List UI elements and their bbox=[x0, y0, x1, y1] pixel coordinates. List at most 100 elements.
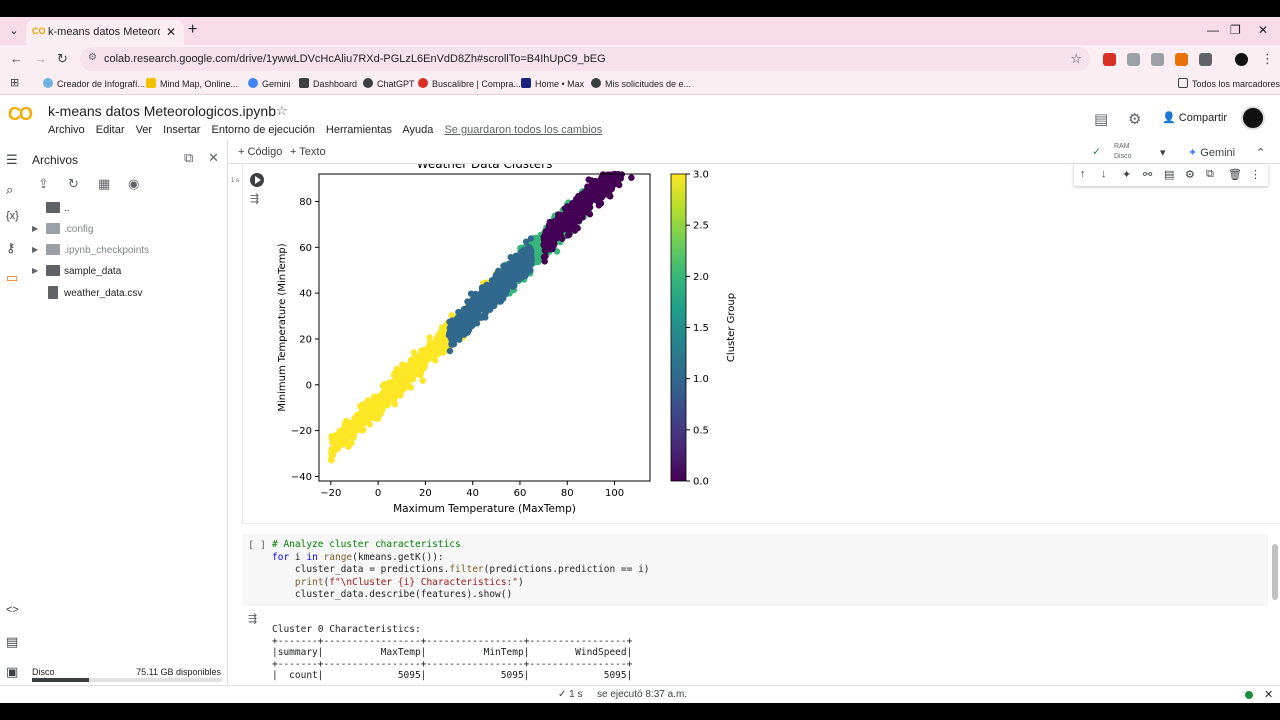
forward-icon[interactable]: → bbox=[34, 51, 47, 66]
menu-entorno[interactable]: Entorno de ejecución bbox=[212, 124, 315, 136]
scatter-point bbox=[342, 424, 350, 431]
colorbar-tick-label: 1.0 bbox=[693, 374, 709, 385]
menu-editar[interactable]: Editar bbox=[96, 124, 125, 136]
close-panel-icon[interactable]: ✕ bbox=[208, 150, 219, 166]
menu-ver[interactable]: Ver bbox=[136, 124, 153, 136]
secrets-key-icon[interactable]: ⚷ bbox=[6, 240, 16, 256]
comments-icon[interactable]: ▤ bbox=[1094, 110, 1108, 128]
camera-extension-icon[interactable] bbox=[1127, 53, 1140, 66]
restore-icon[interactable]: ❐ bbox=[1230, 23, 1241, 37]
plot-cell[interactable]: 1 s ⇶ Weather Data Clusters −20 0 20 40 60 80 1… bbox=[231, 164, 1280, 524]
apps-grid-icon[interactable]: ⊞ bbox=[10, 76, 19, 89]
files-folder-icon[interactable]: ▭ bbox=[6, 270, 18, 286]
resource-monitor[interactable]: RAM Disco bbox=[1114, 142, 1132, 162]
output-options-icon[interactable]: ⇶ bbox=[248, 612, 257, 625]
menu-insertar[interactable]: Insertar bbox=[163, 124, 200, 136]
file-tree-item[interactable]: weather_data.csv bbox=[28, 284, 228, 304]
table-of-contents-icon[interactable]: ☰ bbox=[6, 152, 18, 168]
close-statusbar-icon[interactable]: ✕ bbox=[1264, 688, 1273, 701]
fire-extension-icon[interactable] bbox=[1175, 53, 1188, 66]
code-snippets-icon[interactable]: <> bbox=[6, 604, 19, 616]
scatter-point bbox=[521, 270, 529, 277]
notebook-toolbar: + Código + Texto ✓ RAM Disco ▾ ✦ Gemini … bbox=[228, 140, 1280, 164]
upload-file-icon[interactable]: ⇪ bbox=[38, 176, 49, 192]
file-tree-item[interactable]: .. bbox=[28, 199, 228, 219]
scatter-point bbox=[395, 380, 402, 387]
all-bookmarks[interactable]: Todos los marcadores bbox=[1178, 78, 1280, 89]
file-tree-item[interactable]: ▶ sample_data bbox=[28, 262, 228, 282]
comment-icon[interactable]: ▤ bbox=[1164, 168, 1174, 181]
run-cell-button[interactable] bbox=[250, 173, 264, 187]
menu-ayuda[interactable]: Ayuda bbox=[402, 124, 433, 136]
bookmark-item[interactable]: Mis solicitudes de e... bbox=[591, 78, 691, 89]
user-avatar[interactable] bbox=[1241, 106, 1265, 130]
runtime-dropdown-icon[interactable]: ▾ bbox=[1160, 146, 1166, 159]
variables-icon[interactable]: {x} bbox=[6, 210, 19, 222]
scatter-point bbox=[426, 334, 433, 341]
file-tree-item[interactable]: ▶ .config bbox=[28, 220, 228, 240]
search-icon[interactable]: ⌕ bbox=[6, 182, 13, 198]
close-window-icon[interactable]: ✕ bbox=[1258, 23, 1268, 37]
close-tab-icon[interactable]: ✕ bbox=[166, 25, 176, 39]
code-cell[interactable]: [ ] # Analyze cluster characteristics fo… bbox=[242, 534, 1268, 606]
bookmark-item[interactable]: Home • Max bbox=[521, 78, 584, 89]
browser-menu-icon[interactable]: ⋮ bbox=[1261, 51, 1274, 67]
command-palette-icon[interactable]: ▤ bbox=[6, 634, 18, 650]
minimize-icon[interactable]: — bbox=[1207, 23, 1219, 37]
add-text-button[interactable]: + Texto bbox=[290, 146, 326, 158]
bookmark-item[interactable]: ChatGPT bbox=[363, 78, 415, 89]
more-options-icon[interactable]: ⋮ bbox=[1250, 168, 1261, 181]
adblock-extension-icon[interactable] bbox=[1103, 53, 1116, 66]
star-notebook-icon[interactable]: ☆ bbox=[276, 103, 288, 119]
profile-avatar-icon[interactable] bbox=[1235, 53, 1248, 66]
share-button[interactable]: 👤 Compartir bbox=[1162, 111, 1227, 124]
file-tree-item[interactable]: ▶ .ipynb_checkpoints bbox=[28, 241, 228, 261]
back-icon[interactable]: ← bbox=[10, 51, 23, 66]
cell-settings-icon[interactable]: ⚙ bbox=[1185, 168, 1195, 181]
scatter-point bbox=[516, 276, 523, 283]
chevron-right-icon[interactable]: ▶ bbox=[32, 245, 38, 254]
menu-herramientas[interactable]: Herramientas bbox=[326, 124, 392, 136]
menu-archivo[interactable]: Archivo bbox=[48, 124, 85, 136]
bookmark-item[interactable]: Creador de Infografí... bbox=[43, 78, 145, 89]
notebook-title[interactable]: k-means datos Meteorologicos.ipynb bbox=[48, 103, 276, 119]
scatter-point bbox=[602, 173, 610, 181]
colab-logo[interactable]: CO bbox=[8, 104, 33, 125]
reload-icon[interactable]: ↻ bbox=[57, 51, 68, 67]
bookmark-item[interactable]: Buscalibre | Compra... bbox=[418, 78, 521, 89]
bookmark-star-icon[interactable]: ☆ bbox=[1070, 51, 1082, 67]
move-down-icon[interactable]: ↓ bbox=[1101, 168, 1107, 180]
copy-extension-icon[interactable] bbox=[1151, 53, 1164, 66]
delete-icon[interactable]: 🗑 bbox=[1228, 168, 1242, 181]
mirror-cell-icon[interactable]: ⧉ bbox=[1206, 168, 1214, 181]
new-tab-icon[interactable]: + bbox=[188, 22, 197, 38]
refresh-icon[interactable]: ↻ bbox=[68, 176, 79, 192]
scatter-point bbox=[545, 245, 553, 252]
chevron-right-icon[interactable]: ▶ bbox=[32, 224, 38, 233]
gemini-button[interactable]: ✦ Gemini bbox=[1188, 146, 1235, 159]
add-code-button[interactable]: + Código bbox=[238, 146, 282, 158]
browser-tab-active[interactable]: CO k-means datos Meteorologicos.ipynb ✕ bbox=[26, 20, 184, 45]
scrollbar-thumb[interactable] bbox=[1272, 544, 1278, 600]
bookmark-item[interactable]: Mind Map, Online... bbox=[146, 78, 238, 89]
mount-drive-icon[interactable]: ▦ bbox=[98, 176, 110, 192]
bookmark-item[interactable]: Gemini bbox=[248, 78, 291, 89]
settings-gear-icon[interactable]: ⚙ bbox=[1128, 110, 1141, 128]
link-icon[interactable]: ⚯ bbox=[1143, 168, 1152, 181]
terminal-icon[interactable]: ▣ bbox=[6, 664, 18, 680]
run-cell-bracket[interactable]: [ ] bbox=[248, 540, 266, 551]
chevron-right-icon[interactable]: ▶ bbox=[32, 266, 38, 275]
bookmark-item[interactable]: Dashboard bbox=[299, 78, 357, 89]
address-bar[interactable]: ⚙ colab.research.google.com/drive/1ywwLD… bbox=[80, 47, 1090, 71]
site-info-icon[interactable]: ⚙ bbox=[88, 52, 97, 63]
gemini-sparkle-icon[interactable]: ✦ bbox=[1122, 168, 1131, 181]
collapse-chevron-icon[interactable]: ⌃ bbox=[1256, 146, 1265, 159]
move-up-icon[interactable]: ↑ bbox=[1080, 168, 1086, 180]
tab-search-icon[interactable]: ⌄ bbox=[6, 23, 22, 39]
save-status[interactable]: Se guardaron todos los cambios bbox=[444, 124, 602, 136]
code-editor[interactable]: # Analyze cluster characteristics for i … bbox=[272, 539, 650, 602]
open-in-tab-icon[interactable]: ⧉ bbox=[184, 150, 193, 166]
extensions-puzzle-icon[interactable] bbox=[1199, 53, 1212, 66]
show-hidden-eye-icon[interactable]: ◉ bbox=[128, 176, 139, 192]
output-options-icon[interactable]: ⇶ bbox=[250, 192, 259, 205]
